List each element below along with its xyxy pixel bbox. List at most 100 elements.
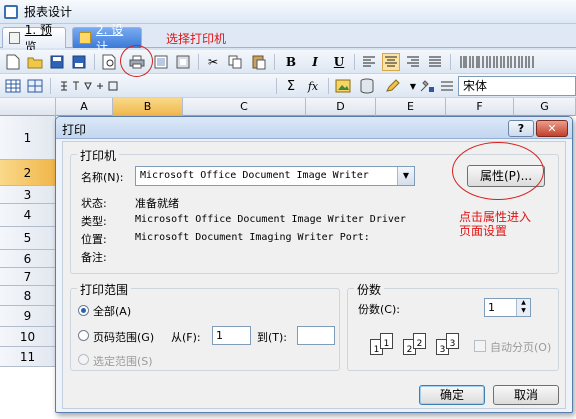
from-input[interactable]: 1 (212, 326, 251, 345)
app-title: 报表设计 (24, 5, 73, 19)
row-header[interactable]: 7 (0, 268, 56, 286)
column-header[interactable]: G (514, 98, 576, 116)
tab-preview[interactable]: 1. 预览 (2, 23, 66, 54)
column-header-bar: A B C D E F G (0, 98, 576, 116)
to-input[interactable] (297, 326, 335, 345)
annotation-circle-print (120, 45, 153, 77)
barcode-icon[interactable] (458, 53, 538, 71)
close-button[interactable]: ✕ (536, 120, 568, 137)
picture-icon[interactable] (334, 77, 352, 95)
type-value: Microsoft Office Document Image Writer D… (135, 214, 406, 225)
annotation-select-printer: 选择打印机 (166, 32, 227, 46)
italic-icon[interactable]: I (306, 53, 324, 71)
database-icon[interactable] (358, 77, 376, 95)
table-icon[interactable] (4, 77, 22, 95)
status-value: 准备就绪 (135, 197, 179, 210)
collate-page: 3 (446, 333, 459, 349)
formula-sigma-icon[interactable]: Σ (282, 77, 300, 95)
cancel-button[interactable]: 取消 (493, 385, 559, 405)
row-header[interactable]: 9 (0, 306, 56, 327)
underline-icon[interactable]: U (330, 53, 348, 71)
copies-label: 份数(C): (358, 303, 400, 316)
collate-checkbox[interactable] (474, 340, 486, 352)
name-label: 名称(N): (81, 171, 124, 184)
radio-all-label: 全部(A) (93, 305, 132, 318)
copies-input[interactable]: 1 ▲ ▼ (484, 298, 531, 317)
tab-bar: 1. 预览 2. 设计 (0, 23, 576, 54)
radio-pages-label: 页码范围(G) (93, 331, 155, 344)
type-label: 类型: (81, 215, 107, 228)
help-button[interactable]: ? (508, 120, 534, 137)
design-tab-icon (79, 32, 91, 44)
align-justify-icon[interactable] (426, 53, 444, 71)
row-header[interactable]: 4 (0, 204, 56, 227)
align-center-icon[interactable] (382, 53, 400, 71)
copy-icon[interactable] (226, 53, 244, 71)
to-label: 到(T): (257, 331, 288, 344)
row-header[interactable]: 1 (0, 116, 56, 160)
row-header[interactable]: 11 (0, 347, 56, 367)
chevron-down-icon: ▼ (397, 167, 414, 185)
copies-value: 1 (488, 301, 495, 314)
row-header[interactable]: 5 (0, 227, 56, 250)
row-header-bar: 1 2 3 4 5 6 7 8 9 10 11 (0, 116, 56, 419)
status-label: 状态: (81, 197, 107, 210)
merge-icon[interactable] (58, 77, 128, 95)
print-range-group: 打印范围 全部(A) 页码范围(G) 从(F): 1 到(T): 选定范围(S) (70, 281, 340, 371)
open-icon[interactable] (26, 53, 44, 71)
radio-all[interactable] (78, 305, 89, 316)
dialog-title-bar: 打印 ? ✕ (56, 117, 572, 139)
column-header[interactable]: A (56, 98, 113, 116)
paste-icon[interactable] (250, 53, 268, 71)
annotation-circle-properties (452, 142, 544, 200)
preview-icon[interactable] (100, 53, 118, 71)
print-range-title: 打印范围 (77, 281, 132, 298)
row-header[interactable]: 10 (0, 327, 56, 347)
annotation-click-properties: 点击属性进入页面设置 (459, 210, 532, 238)
location-label: 位置: (81, 233, 107, 246)
bold-icon[interactable]: B (282, 53, 300, 71)
spin-up-icon[interactable]: ▲ (517, 299, 530, 307)
spin-down-icon[interactable]: ▼ (517, 307, 530, 315)
column-header[interactable]: B (113, 98, 183, 116)
row-header[interactable]: 2 (0, 160, 56, 186)
column-header[interactable]: C (183, 98, 306, 116)
dialog-title: 打印 (62, 123, 87, 137)
row-header[interactable]: 6 (0, 250, 56, 268)
column-header[interactable]: D (306, 98, 376, 116)
new-icon[interactable] (4, 53, 22, 71)
row-header[interactable]: 3 (0, 186, 56, 204)
row-header[interactable]: 8 (0, 286, 56, 306)
format-toolbar: Σ fx ▼ 宋体 (0, 74, 576, 98)
radio-pages[interactable] (78, 330, 89, 341)
copies-group-title: 份数 (354, 281, 385, 298)
cut-icon[interactable]: ✂ (204, 53, 222, 71)
printer-select[interactable]: Microsoft Office Document Image Writer ▼ (135, 166, 415, 186)
copies-spinner[interactable]: ▲ ▼ (516, 299, 530, 316)
font-select-value: 宋体 (463, 79, 488, 93)
radio-selection[interactable] (78, 354, 89, 365)
tools-icon[interactable] (418, 77, 436, 95)
collate-page: 1 (380, 333, 393, 349)
radio-selection-label: 选定范围(S) (93, 355, 153, 368)
printer-group-title: 打印机 (77, 147, 120, 164)
grid-icon[interactable] (26, 77, 44, 95)
align-left-icon[interactable] (360, 53, 378, 71)
font-select[interactable]: 宋体 (458, 76, 576, 96)
from-label: 从(F): (171, 331, 201, 344)
save-icon[interactable] (48, 53, 66, 71)
column-header[interactable]: F (446, 98, 514, 116)
edit-icon[interactable] (384, 77, 402, 95)
column-header[interactable]: E (376, 98, 446, 116)
function-icon[interactable]: fx (304, 77, 322, 95)
comment-label: 备注: (81, 251, 107, 264)
align-right-icon[interactable] (404, 53, 422, 71)
app-icon (4, 4, 18, 19)
ok-button[interactable]: 确定 (419, 385, 485, 405)
save-as-icon[interactable] (70, 53, 88, 71)
corner-cell[interactable] (0, 98, 56, 116)
page-setup-icon[interactable] (152, 53, 170, 71)
list-icon[interactable] (438, 77, 456, 95)
standard-toolbar: ✂ B I U (0, 50, 576, 74)
print-setup-icon[interactable] (174, 53, 192, 71)
